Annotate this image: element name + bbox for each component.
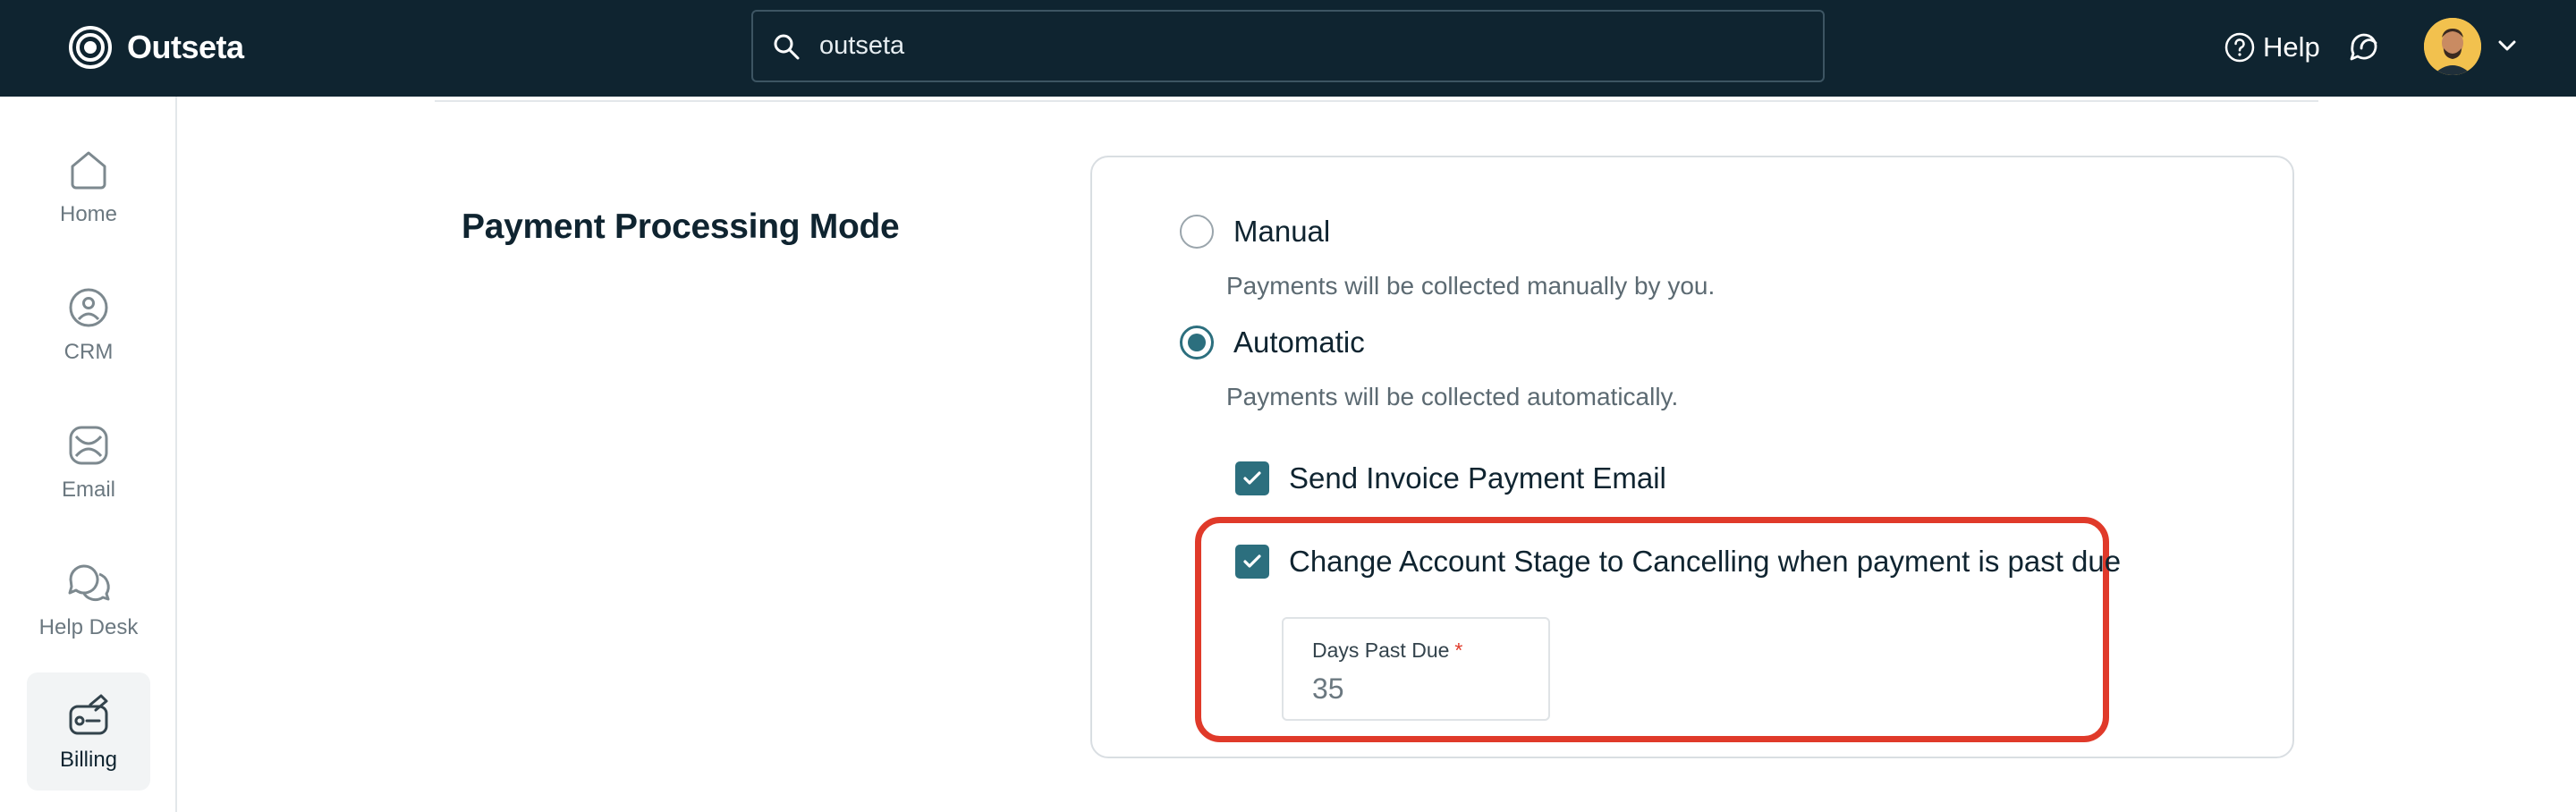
sidebar-item-help-desk[interactable]: Help Desk — [27, 540, 150, 658]
sidebar-item-billing[interactable]: Billing — [27, 672, 150, 791]
radio-label-automatic: Automatic — [1233, 326, 1365, 359]
checkbox-label: Change Account Stage to Cancelling when … — [1289, 545, 2122, 578]
checkbox-label: Send Invoice Payment Email — [1289, 461, 1666, 495]
checkmark-icon — [1243, 554, 1261, 568]
brand-name: Outseta — [127, 29, 244, 65]
checkbox-box[interactable] — [1235, 545, 1269, 579]
sidebar-item-label: CRM — [64, 340, 114, 364]
sidebar: Home CRM Email Help Desk Billing — [0, 97, 177, 812]
crm-icon — [69, 288, 108, 327]
days-past-due-label: Days Past Due * — [1312, 639, 1462, 663]
chevron-down-icon[interactable] — [2496, 34, 2519, 57]
email-icon — [69, 426, 108, 465]
sidebar-item-home[interactable]: Home — [27, 127, 150, 245]
checkmark-icon — [1243, 471, 1261, 485]
chat-icon[interactable] — [2347, 27, 2385, 68]
option-description-manual: Payments will be collected manually by y… — [1226, 272, 1716, 300]
radio-option-automatic[interactable]: Automatic — [1180, 326, 1365, 359]
search-input[interactable] — [819, 31, 1785, 61]
page-section-title: Payment Processing Mode — [462, 207, 900, 246]
outseta-logo-icon — [69, 26, 112, 69]
radio-button-automatic[interactable] — [1180, 326, 1214, 359]
days-past-due-input[interactable]: 35 — [1312, 672, 1344, 706]
field-label-text: Days Past Due — [1312, 639, 1450, 662]
search-icon — [774, 34, 800, 59]
days-past-due-field[interactable]: Days Past Due * 35 — [1282, 617, 1550, 721]
radio-button-manual[interactable] — [1180, 215, 1214, 249]
top-bar: Outseta Help — [0, 0, 2576, 97]
avatar[interactable] — [2424, 18, 2481, 75]
sidebar-item-label: Help Desk — [38, 615, 139, 639]
sidebar-item-label: Home — [59, 202, 118, 226]
checkbox-box[interactable] — [1235, 461, 1269, 495]
required-marker: * — [1454, 639, 1463, 662]
brand-logo[interactable]: Outseta — [68, 21, 244, 73]
home-icon — [71, 151, 106, 190]
help-link[interactable]: Help — [2224, 27, 2320, 68]
checkbox-send-invoice-email[interactable]: Send Invoice Payment Email — [1235, 461, 1666, 495]
option-description-automatic: Payments will be collected automatically… — [1226, 383, 1679, 410]
help-desk-icon — [68, 564, 110, 602]
sidebar-item-label: Billing — [59, 748, 118, 772]
sidebar-item-label: Email — [61, 478, 115, 502]
help-label: Help — [2263, 31, 2320, 63]
radio-option-manual[interactable]: Manual — [1180, 215, 1330, 249]
section-divider — [435, 100, 2318, 102]
help-icon — [2224, 32, 2255, 63]
sidebar-item-crm[interactable]: CRM — [27, 265, 150, 383]
billing-icon — [69, 694, 108, 735]
search-box[interactable] — [751, 10, 1825, 82]
avatar-image — [2424, 18, 2481, 75]
radio-label-manual: Manual — [1233, 215, 1331, 248]
checkbox-change-account-stage[interactable]: Change Account Stage to Cancelling when … — [1235, 545, 2121, 579]
sidebar-item-email[interactable]: Email — [27, 402, 150, 520]
